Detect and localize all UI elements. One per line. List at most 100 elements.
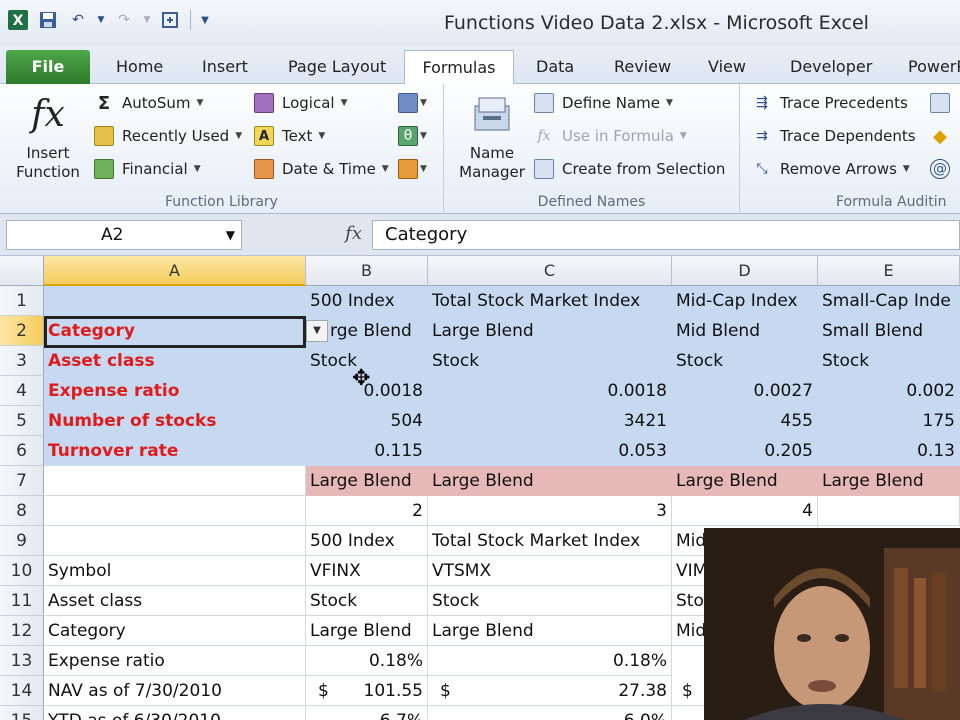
- row-header-6[interactable]: 6: [0, 436, 44, 466]
- cell-c10[interactable]: VTSMX: [428, 556, 672, 586]
- cell-c15[interactable]: -6.0%: [428, 706, 672, 720]
- cell-b7[interactable]: Large Blend: [306, 466, 428, 496]
- cell-c4[interactable]: 0.0018: [428, 376, 672, 406]
- calculate-icon[interactable]: [158, 8, 182, 32]
- cell-b5[interactable]: 504: [306, 406, 428, 436]
- trace-dependents-button[interactable]: ⇉ Trace Dependents: [752, 121, 915, 151]
- cell-a13[interactable]: Expense ratio: [44, 646, 306, 676]
- excel-logo-icon[interactable]: X: [6, 8, 30, 32]
- cell-c12[interactable]: Large Blend: [428, 616, 672, 646]
- column-header-c[interactable]: C: [428, 256, 672, 286]
- cell-c3[interactable]: Stock: [428, 346, 672, 376]
- recently-used-button[interactable]: Recently Used ▼: [94, 121, 242, 151]
- row-header-10[interactable]: 10: [0, 556, 44, 586]
- cell-e7[interactable]: Large Blend: [818, 466, 960, 496]
- tab-insert[interactable]: Insert: [190, 50, 260, 84]
- cell-a1[interactable]: [44, 286, 306, 316]
- row-header-8[interactable]: 8: [0, 496, 44, 526]
- chevron-down-icon[interactable]: ▼: [226, 221, 235, 249]
- cell-c2[interactable]: Large Blend: [428, 316, 672, 346]
- tab-developer[interactable]: Developer: [778, 50, 884, 84]
- more-functions-button[interactable]: ▼: [398, 154, 427, 184]
- cell-d1[interactable]: Mid-Cap Index: [672, 286, 818, 316]
- cell-b11[interactable]: Stock: [306, 586, 428, 616]
- row-header-15[interactable]: 15: [0, 706, 44, 720]
- math-trig-button[interactable]: θ ▼: [398, 121, 427, 151]
- cell-b14[interactable]: $ 101.55: [306, 676, 428, 706]
- cell-a12[interactable]: Category: [44, 616, 306, 646]
- tab-home[interactable]: Home: [104, 50, 175, 84]
- cell-e5[interactable]: 175: [818, 406, 960, 436]
- cell-c9[interactable]: Total Stock Market Index: [428, 526, 672, 556]
- cell-d5[interactable]: 455: [672, 406, 818, 436]
- cell-a7[interactable]: [44, 466, 306, 496]
- tab-file[interactable]: File: [6, 50, 90, 84]
- formula-input[interactable]: Category: [372, 220, 960, 250]
- cell-c13[interactable]: 0.18%: [428, 646, 672, 676]
- column-header-b[interactable]: B: [306, 256, 428, 286]
- name-manager-button[interactable]: Name Manager: [452, 92, 532, 182]
- column-header-a[interactable]: A: [44, 256, 306, 286]
- cell-b10[interactable]: VFINX: [306, 556, 428, 586]
- row-header-13[interactable]: 13: [0, 646, 44, 676]
- cell-a3[interactable]: Asset class: [44, 346, 306, 376]
- create-from-selection-button[interactable]: Create from Selection: [534, 154, 725, 184]
- cell-c5[interactable]: 3421: [428, 406, 672, 436]
- row-header-2[interactable]: 2: [0, 316, 44, 346]
- row-header-9[interactable]: 9: [0, 526, 44, 556]
- cell-a2[interactable]: Category: [44, 316, 306, 346]
- cell-d8[interactable]: 4: [672, 496, 818, 526]
- row-header-4[interactable]: 4: [0, 376, 44, 406]
- undo-dropdown-icon[interactable]: ▼: [96, 8, 106, 32]
- use-in-formula-button[interactable]: fx Use in Formula ▼: [534, 121, 686, 151]
- cell-a10[interactable]: Symbol: [44, 556, 306, 586]
- redo-dropdown-icon[interactable]: ▼: [142, 8, 152, 32]
- row-header-1[interactable]: 1: [0, 286, 44, 316]
- cell-c8[interactable]: 3: [428, 496, 672, 526]
- cell-e3[interactable]: Stock: [818, 346, 960, 376]
- cell-b1[interactable]: 500 Index: [306, 286, 428, 316]
- cell-d3[interactable]: Stock: [672, 346, 818, 376]
- cell-a6[interactable]: Turnover rate: [44, 436, 306, 466]
- financial-button[interactable]: Financial ▼: [94, 154, 201, 184]
- date-time-button[interactable]: Date & Time ▼: [254, 154, 389, 184]
- name-box[interactable]: A2 ▼: [6, 220, 242, 250]
- cell-d7[interactable]: Large Blend: [672, 466, 818, 496]
- tab-view[interactable]: View: [696, 50, 758, 84]
- cell-d6[interactable]: 0.205: [672, 436, 818, 466]
- cell-c14[interactable]: $ 27.38: [428, 676, 672, 706]
- cell-a8[interactable]: [44, 496, 306, 526]
- tab-formulas[interactable]: Formulas: [404, 50, 514, 84]
- define-name-button[interactable]: Define Name ▼: [534, 88, 673, 118]
- cell-e4[interactable]: 0.002: [818, 376, 960, 406]
- column-header-d[interactable]: D: [672, 256, 818, 286]
- row-header-12[interactable]: 12: [0, 616, 44, 646]
- cell-a9[interactable]: [44, 526, 306, 556]
- cell-c1[interactable]: Total Stock Market Index: [428, 286, 672, 316]
- evaluate-formula-button[interactable]: @: [930, 154, 958, 184]
- cell-a11[interactable]: Asset class: [44, 586, 306, 616]
- customize-toolbar-icon[interactable]: ▼: [199, 8, 211, 32]
- row-header-5[interactable]: 5: [0, 406, 44, 436]
- tab-review[interactable]: Review: [602, 50, 683, 84]
- cell-b9[interactable]: 500 Index: [306, 526, 428, 556]
- tab-data[interactable]: Data: [524, 50, 586, 84]
- cell-b6[interactable]: 0.115: [306, 436, 428, 466]
- cell-e1[interactable]: Small-Cap Inde: [818, 286, 960, 316]
- error-checking-button[interactable]: ◆: [930, 121, 958, 151]
- column-header-e[interactable]: E: [818, 256, 960, 286]
- cell-a4[interactable]: Expense ratio: [44, 376, 306, 406]
- autosum-button[interactable]: Σ AutoSum ▼: [94, 88, 204, 118]
- remove-arrows-button[interactable]: ⤡ Remove Arrows ▼: [752, 154, 909, 184]
- tab-page-layout[interactable]: Page Layout: [276, 50, 398, 84]
- insert-function-button[interactable]: fx Insert Function: [8, 92, 88, 182]
- cell-e2[interactable]: Small Blend: [818, 316, 960, 346]
- logical-button[interactable]: Logical ▼: [254, 88, 348, 118]
- cell-c7[interactable]: Large Blend: [428, 466, 672, 496]
- cell-d2[interactable]: Mid Blend: [672, 316, 818, 346]
- cell-d4[interactable]: 0.0027: [672, 376, 818, 406]
- cell-a14[interactable]: NAV as of 7/30/2010: [44, 676, 306, 706]
- cell-b12[interactable]: Large Blend: [306, 616, 428, 646]
- trace-precedents-button[interactable]: ⇶ Trace Precedents: [752, 88, 908, 118]
- insert-function-fx-icon[interactable]: fx: [345, 223, 362, 244]
